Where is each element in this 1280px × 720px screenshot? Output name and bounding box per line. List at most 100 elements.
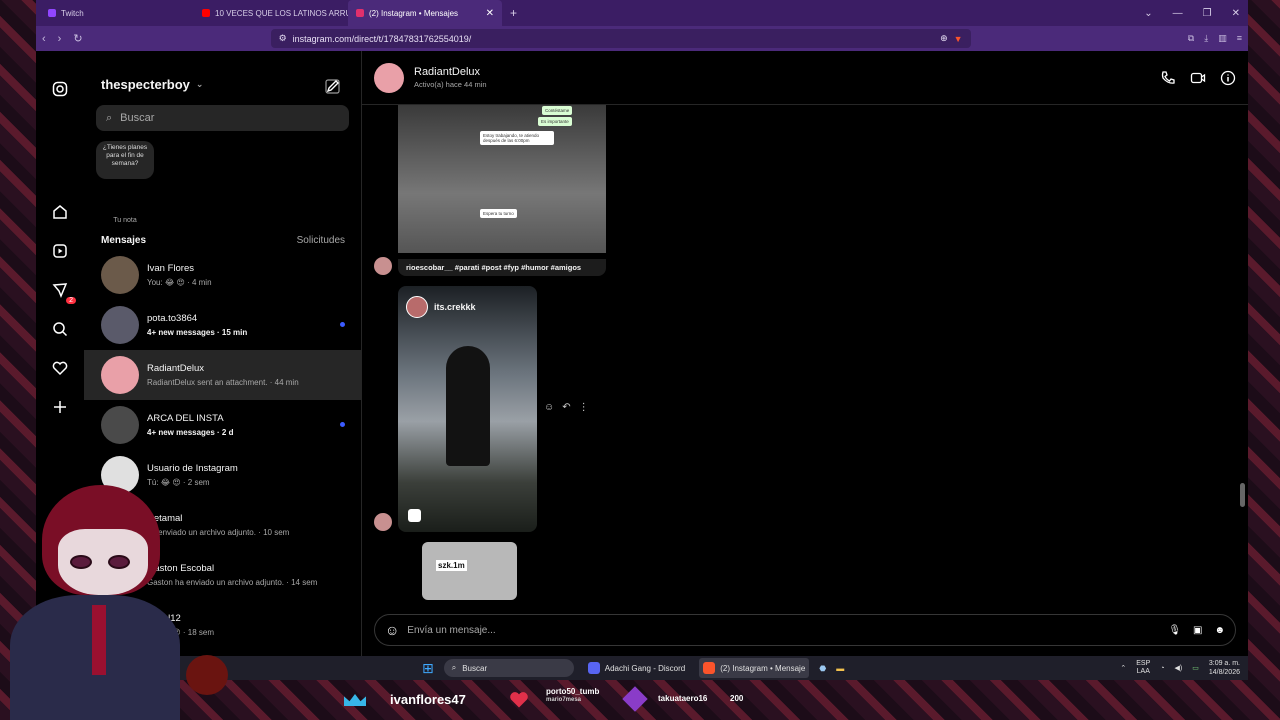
contact-name[interactable]: RadiantDelux	[414, 66, 487, 78]
tab-youtube[interactable]: 10 VECES QUE LOS LATINOS ARRUIN	[194, 0, 348, 26]
extensions-icon[interactable]: ⧉	[1188, 33, 1194, 44]
shared-post-image[interactable]: Contéstame Es importante Estoy trabajand…	[398, 105, 606, 253]
emoji-icon[interactable]: ☺	[385, 622, 399, 638]
messages-icon[interactable]: 2	[50, 280, 76, 304]
new-tab-button[interactable]: +	[502, 6, 525, 20]
unread-dot	[340, 322, 345, 327]
vtuber-avatar	[0, 485, 200, 720]
shield-icon[interactable]: ▼	[954, 34, 963, 44]
chevron-up-icon[interactable]: ⌃	[1120, 664, 1126, 672]
home-icon[interactable]	[50, 202, 70, 222]
tab-twitch[interactable]: Twitch	[40, 0, 194, 26]
language-indicator[interactable]: ESP LAA	[1136, 660, 1150, 677]
reel-author-name: its.crekkk	[434, 302, 476, 312]
thread-panel: RadiantDelux Activo(a) hace 44 min Conté…	[362, 51, 1248, 656]
gem-icon	[622, 686, 648, 712]
wifi-icon[interactable]: ◔	[1160, 665, 1164, 672]
taskbar-app-discord[interactable]: Adachi Gang - Discord	[584, 658, 689, 678]
chevron-down-icon: ⌄	[195, 79, 204, 89]
scrollbar-thumb[interactable]	[1240, 483, 1245, 507]
note[interactable]: ¿Tienes planes para el fin de semana? Tu…	[96, 141, 154, 224]
windows-start-icon[interactable]: ⊞	[422, 660, 434, 677]
url-text: instagram.com/direct/t/17847831762554019…	[292, 33, 472, 44]
compose-icon[interactable]	[325, 78, 341, 99]
avatar-tie	[92, 605, 106, 675]
download-icon[interactable]: ⤓	[1204, 33, 1208, 44]
zoom-icon[interactable]: ⊕	[940, 33, 948, 44]
messages-title: Mensajes	[101, 235, 147, 246]
taskbar-search[interactable]: ⌕ Buscar	[443, 659, 574, 677]
search-icon: ⌕	[451, 663, 457, 672]
close-window-button[interactable]: ✕	[1232, 8, 1240, 19]
chevron-down-icon[interactable]: ⌄	[1144, 8, 1152, 19]
sticker-icon[interactable]: ☻	[1214, 625, 1225, 636]
search-icon[interactable]	[50, 319, 70, 339]
scrollbar[interactable]	[1240, 105, 1245, 600]
top-supporter-name: porto50_tumb	[546, 687, 600, 696]
minimize-button[interactable]: —	[1173, 8, 1183, 19]
wa-bubble: Estoy trabajando, te atiendo después de …	[480, 131, 554, 145]
discord-icon	[587, 662, 600, 674]
tab-instagram[interactable]: (2) Instagram • Mensajes ✕	[348, 0, 502, 26]
conversation-row[interactable]: ARCA DEL INSTA 4+ new messages · 2 d	[84, 400, 361, 450]
tab-label: Twitch	[61, 8, 84, 18]
conversation-row[interactable]: RadiantDelux RadiantDelux sent an attachm…	[84, 350, 361, 400]
create-icon[interactable]	[50, 397, 70, 417]
video-call-icon[interactable]	[1190, 70, 1206, 86]
requests-link[interactable]: Solicitudes	[297, 235, 345, 246]
more-icon[interactable]: ⋮	[579, 402, 589, 413]
note-label: Tu nota	[113, 217, 137, 224]
search-input[interactable]: ⌕ Buscar	[96, 105, 349, 131]
taskbar-search-label: Buscar	[462, 663, 488, 673]
reload-icon[interactable]: ↻	[73, 32, 82, 45]
battery-icon[interactable]: ▭	[1192, 664, 1199, 672]
composer-placeholder: Envía un mensaje...	[407, 624, 496, 636]
maximize-button[interactable]: ❐	[1203, 8, 1212, 19]
composer-actions: 🎙 ▣ ☻	[1168, 625, 1225, 636]
instagram-logo-icon[interactable]	[50, 79, 70, 99]
wa-bubble: Es importante	[538, 117, 572, 126]
reels-icon[interactable]	[50, 241, 70, 261]
window-controls: ⌄ — ❐ ✕	[1144, 8, 1248, 19]
account-switcher[interactable]: thespecterboy ⌄	[84, 51, 361, 92]
shared-reel[interactable]: its.crekkk	[398, 286, 537, 532]
reply-icon[interactable]: ↶	[562, 402, 570, 413]
message-input[interactable]: ☺ Envía un mensaje... 🎙 ▣ ☻	[374, 614, 1236, 646]
menu-icon[interactable]: ≡	[1237, 33, 1242, 44]
conversation-name: Ivan Flores	[147, 263, 194, 274]
reel-thumbnail-figure	[446, 346, 490, 466]
conversation-row[interactable]: Ivan Flores You: 😂 😍 · 4 min	[84, 250, 361, 300]
shared-reel[interactable]: szk.1m	[422, 542, 517, 600]
latest-sub: takuataero16	[658, 694, 708, 703]
avatar[interactable]	[374, 513, 392, 531]
image-icon[interactable]: ▣	[1193, 625, 1202, 636]
emoji-react-icon[interactable]: ☺	[544, 402, 554, 413]
microphone-icon[interactable]: 🎙	[1168, 625, 1181, 636]
steam-icon[interactable]: ⬣	[819, 664, 826, 673]
info-icon[interactable]	[1220, 70, 1236, 86]
phone-icon[interactable]	[1160, 70, 1176, 86]
twitch-icon	[48, 9, 56, 17]
forward-icon[interactable]: ›	[58, 33, 62, 45]
folder-icon[interactable]: ▬	[836, 664, 844, 673]
sidebar-icon[interactable]: ▥	[1218, 33, 1227, 44]
clock[interactable]: 3:09 a. m. 14/8/2026	[1209, 659, 1240, 677]
avatar[interactable]	[374, 62, 404, 93]
post-caption[interactable]: rioescobar__ #parati #post #fyp #humor #…	[398, 259, 606, 276]
heart-icon[interactable]	[50, 358, 70, 378]
address-bar[interactable]: ⚙ instagram.com/direct/t/178478317625540…	[270, 29, 971, 48]
site-settings-icon[interactable]: ⚙	[279, 33, 287, 44]
conversation-row[interactable]: pota.to3864 4+ new messages · 15 min	[84, 300, 361, 350]
close-tab-icon[interactable]: ✕	[486, 8, 494, 19]
reel-author: its.crekkk	[406, 296, 476, 318]
back-icon[interactable]: ‹	[42, 33, 46, 45]
taskbar-app-brave[interactable]: (2) Instagram • Mensaje	[699, 658, 810, 678]
volume-icon[interactable]: ◀)	[1175, 664, 1183, 672]
conversation-name: RadiantDelux	[147, 363, 205, 374]
conversation-preview: 4+ new messages · 15 min	[147, 328, 248, 337]
avatar[interactable]	[374, 257, 392, 275]
stream-stage: Twitch 10 VECES QUE LOS LATINOS ARRUIN (…	[0, 0, 1280, 720]
conversation-name: pota.to3864	[147, 313, 198, 324]
top-supporter-name-2: mario7mesa	[546, 696, 582, 703]
streamer-name: ivanflores47	[390, 692, 466, 707]
